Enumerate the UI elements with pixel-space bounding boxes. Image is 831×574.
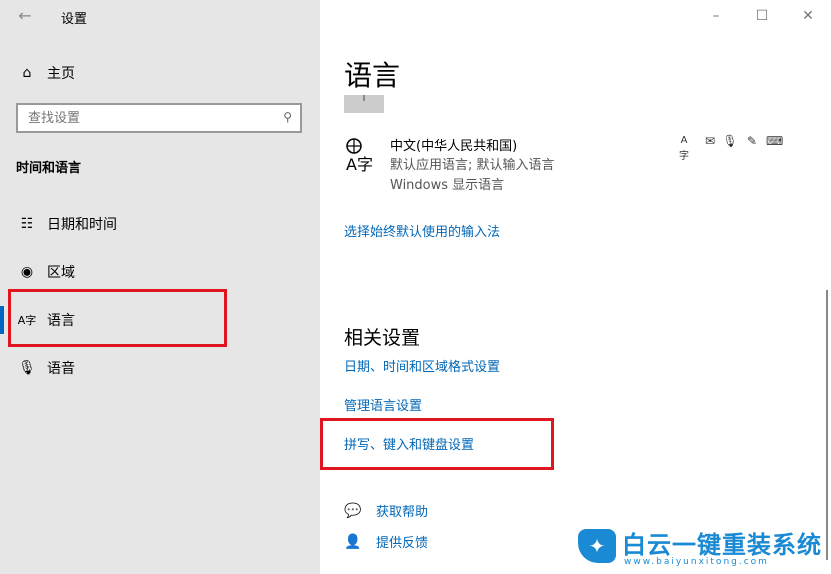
sidebar-item-label: 主页 [47,66,75,82]
page-title: 语言 [344,59,401,92]
display-language-icon: A字 [679,135,689,162]
highlight-box-keyboard [320,418,554,470]
close-button[interactable]: ✕ [796,4,820,28]
main-panel: – ☐ ✕ 语言 A字 中文(中华人民共和国) 默认应用语言; 默认输入语言 W… [320,0,831,574]
sidebar-item-speech[interactable]: 🎙 语音 [0,348,320,388]
microphone-feature-icon: 🎙 [722,134,738,148]
microphone-icon: 🎙 [18,360,36,376]
section-heading: 时间和语言 [16,161,82,176]
manage-language-link[interactable]: 管理语言设置 [344,395,422,414]
date-time-region-link[interactable]: 日期、时间和区域格式设置 [344,356,500,375]
language-detail: Windows 显示语言 [390,178,505,193]
feedback-link[interactable]: 提供反馈 [376,532,428,551]
keyboard-icon: ⌨ [766,134,784,148]
calendar-clock-icon: ☷ [20,216,34,232]
sidebar-item-date-time[interactable]: ☷ 日期和时间 [0,204,320,244]
handwriting-icon: ✎ [746,134,758,148]
search-icon[interactable]: ⚲ [283,110,292,124]
feedback-icon: 👤 [344,533,362,550]
bird-logo-icon: ✦ [578,529,616,563]
help-chat-icon: 💬 [344,502,362,519]
input-method-link[interactable]: 选择始终默认使用的输入法 [344,221,500,240]
scrollbar[interactable] [826,290,828,560]
feedback-row[interactable]: 👤 提供反馈 [344,532,428,552]
search-input[interactable] [18,105,268,131]
scroll-stub [344,95,384,113]
window-title: 设置 [61,12,88,27]
watermark-text: 白云一键重装系统 [622,531,822,559]
home-icon: ⌂ [22,65,32,81]
svg-text:A字: A字 [346,155,373,174]
watermark-logo: ✦ 白云一键重装系统 www.baiyunxitong.com [576,523,826,571]
language-detail: 默认应用语言; 默认输入语言 [390,158,555,173]
watermark-url: www.baiyunxitong.com [624,557,769,567]
sidebar-item-label: 语音 [47,361,75,377]
search-box[interactable]: ⚲ [16,103,302,133]
sidebar-item-home[interactable]: ⌂ 主页 [0,53,320,93]
related-settings-heading: 相关设置 [344,327,421,349]
highlight-box-language [8,289,227,347]
get-help-row[interactable]: 💬 获取帮助 [344,501,428,521]
back-arrow-icon[interactable]: ← [14,6,36,26]
language-name[interactable]: 中文(中华人民共和国) [390,135,517,154]
maximize-button[interactable]: ☐ [750,4,774,28]
language-pack-icon: A字 [344,136,380,176]
get-help-link[interactable]: 获取帮助 [376,501,428,520]
sidebar: ← 设置 ⌂ 主页 ⚲ 时间和语言 ☷ 日期和时间 ◉ 区域 A字 语言 🎙 语… [0,0,320,574]
sidebar-item-region[interactable]: ◉ 区域 [0,252,320,292]
globe-icon: ◉ [20,264,34,280]
sidebar-item-label: 日期和时间 [47,217,117,233]
minimize-button[interactable]: – [704,4,728,28]
sidebar-item-label: 区域 [47,265,75,281]
speech-feature-icon: ✉ [704,134,716,148]
